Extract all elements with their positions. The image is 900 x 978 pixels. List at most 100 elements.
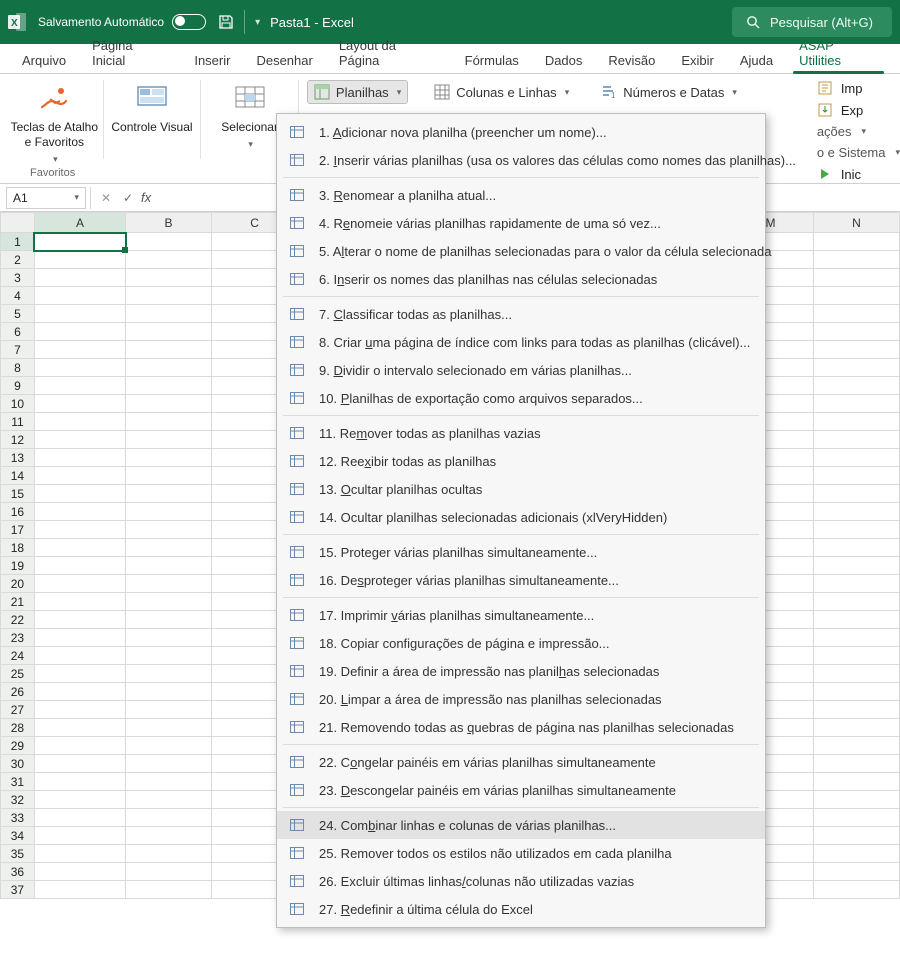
cell[interactable]: [34, 449, 125, 467]
cell[interactable]: [34, 521, 125, 539]
row-header[interactable]: 23: [1, 629, 35, 647]
clipped-command[interactable]: ações▾: [817, 124, 900, 139]
cell[interactable]: [34, 413, 125, 431]
cell[interactable]: [126, 629, 212, 647]
cell[interactable]: [813, 269, 899, 287]
row-header[interactable]: 34: [1, 827, 35, 845]
menu-item[interactable]: 26. Excluir últimas linhas/colunas não u…: [277, 867, 765, 895]
menu-item[interactable]: 17. Imprimir várias planilhas simultanea…: [277, 601, 765, 629]
cell[interactable]: [813, 665, 899, 683]
row-header[interactable]: 16: [1, 503, 35, 521]
cell[interactable]: [34, 701, 125, 719]
cell[interactable]: [813, 629, 899, 647]
visual-control-button[interactable]: Controle Visual: [108, 74, 197, 183]
row-header[interactable]: 2: [1, 251, 35, 269]
cell[interactable]: [126, 791, 212, 809]
row-header[interactable]: 5: [1, 305, 35, 323]
planilhas-button[interactable]: Planilhas▾: [307, 80, 408, 104]
menu-item[interactable]: 10. Planilhas de exportação como arquivo…: [277, 384, 765, 412]
cell[interactable]: [813, 233, 899, 251]
menu-item[interactable]: 22. Congelar painéis em várias planilhas…: [277, 748, 765, 776]
row-header[interactable]: 7: [1, 341, 35, 359]
cell[interactable]: [126, 395, 212, 413]
cell[interactable]: [813, 845, 899, 863]
fx-icon[interactable]: fx: [141, 190, 151, 205]
cell[interactable]: [126, 269, 212, 287]
menu-item[interactable]: 19. Definir a área de impressão nas plan…: [277, 657, 765, 685]
cell[interactable]: [813, 431, 899, 449]
menu-item[interactable]: 15. Proteger várias planilhas simultanea…: [277, 538, 765, 566]
clipped-command[interactable]: Exp: [817, 102, 900, 118]
autosave-toggle[interactable]: Salvamento Automático: [38, 14, 206, 30]
cell[interactable]: [34, 359, 125, 377]
cell[interactable]: [813, 377, 899, 395]
cell[interactable]: [126, 809, 212, 827]
cell[interactable]: [126, 683, 212, 701]
cell[interactable]: [126, 485, 212, 503]
row-header[interactable]: 26: [1, 683, 35, 701]
ribbon-tab-ajuda[interactable]: Ajuda: [728, 47, 785, 73]
enter-formula-icon[interactable]: ✓: [117, 187, 139, 209]
cell[interactable]: [126, 305, 212, 323]
cell[interactable]: [813, 449, 899, 467]
menu-item[interactable]: 24. Combinar linhas e colunas de várias …: [277, 811, 765, 839]
row-header[interactable]: 4: [1, 287, 35, 305]
menu-item[interactable]: 4. Renomeie várias planilhas rapidamente…: [277, 209, 765, 237]
ribbon-tab-fórmulas[interactable]: Fórmulas: [453, 47, 531, 73]
ribbon-tab-arquivo[interactable]: Arquivo: [10, 47, 78, 73]
cell[interactable]: [126, 737, 212, 755]
cell[interactable]: [34, 845, 125, 863]
cell[interactable]: [34, 467, 125, 485]
cell[interactable]: [813, 305, 899, 323]
row-header[interactable]: 10: [1, 395, 35, 413]
cell[interactable]: [813, 881, 899, 899]
cell[interactable]: [126, 575, 212, 593]
row-header[interactable]: 8: [1, 359, 35, 377]
cell[interactable]: [813, 827, 899, 845]
cell[interactable]: [34, 611, 125, 629]
row-header[interactable]: 28: [1, 719, 35, 737]
cell[interactable]: [813, 719, 899, 737]
cell[interactable]: [34, 863, 125, 881]
row-header[interactable]: 3: [1, 269, 35, 287]
cell[interactable]: [126, 611, 212, 629]
cell[interactable]: [126, 593, 212, 611]
row-header[interactable]: 9: [1, 377, 35, 395]
cell[interactable]: [813, 701, 899, 719]
row-header[interactable]: 27: [1, 701, 35, 719]
cell[interactable]: [126, 449, 212, 467]
cell[interactable]: [126, 665, 212, 683]
row-header[interactable]: 14: [1, 467, 35, 485]
save-icon[interactable]: [218, 14, 234, 30]
cell[interactable]: [126, 881, 212, 899]
menu-item[interactable]: 18. Copiar configurações de página e imp…: [277, 629, 765, 657]
cell[interactable]: [813, 521, 899, 539]
cell[interactable]: [813, 359, 899, 377]
row-header[interactable]: 29: [1, 737, 35, 755]
cell[interactable]: [126, 287, 212, 305]
cell[interactable]: [813, 557, 899, 575]
column-header[interactable]: B: [126, 213, 212, 233]
cell[interactable]: [34, 377, 125, 395]
row-header[interactable]: 19: [1, 557, 35, 575]
menu-item[interactable]: 6. Inserir os nomes das planilhas nas cé…: [277, 265, 765, 293]
cell[interactable]: [126, 773, 212, 791]
cell[interactable]: [34, 719, 125, 737]
cell[interactable]: [34, 431, 125, 449]
column-header[interactable]: N: [813, 213, 899, 233]
ribbon-tab-exibir[interactable]: Exibir: [669, 47, 726, 73]
cancel-formula-icon[interactable]: ✕: [95, 187, 117, 209]
menu-item[interactable]: 16. Desproteger várias planilhas simulta…: [277, 566, 765, 594]
menu-item[interactable]: 25. Remover todos os estilos não utiliza…: [277, 839, 765, 867]
cell[interactable]: [813, 593, 899, 611]
cell[interactable]: [34, 827, 125, 845]
ribbon-tab-inserir[interactable]: Inserir: [182, 47, 242, 73]
menu-item[interactable]: 12. Reexibir todas as planilhas: [277, 447, 765, 475]
cell[interactable]: [813, 575, 899, 593]
row-header[interactable]: 15: [1, 485, 35, 503]
cell[interactable]: [813, 395, 899, 413]
cell[interactable]: [34, 809, 125, 827]
clipped-command[interactable]: Inic: [817, 166, 900, 182]
cell[interactable]: [126, 827, 212, 845]
cell[interactable]: [126, 845, 212, 863]
